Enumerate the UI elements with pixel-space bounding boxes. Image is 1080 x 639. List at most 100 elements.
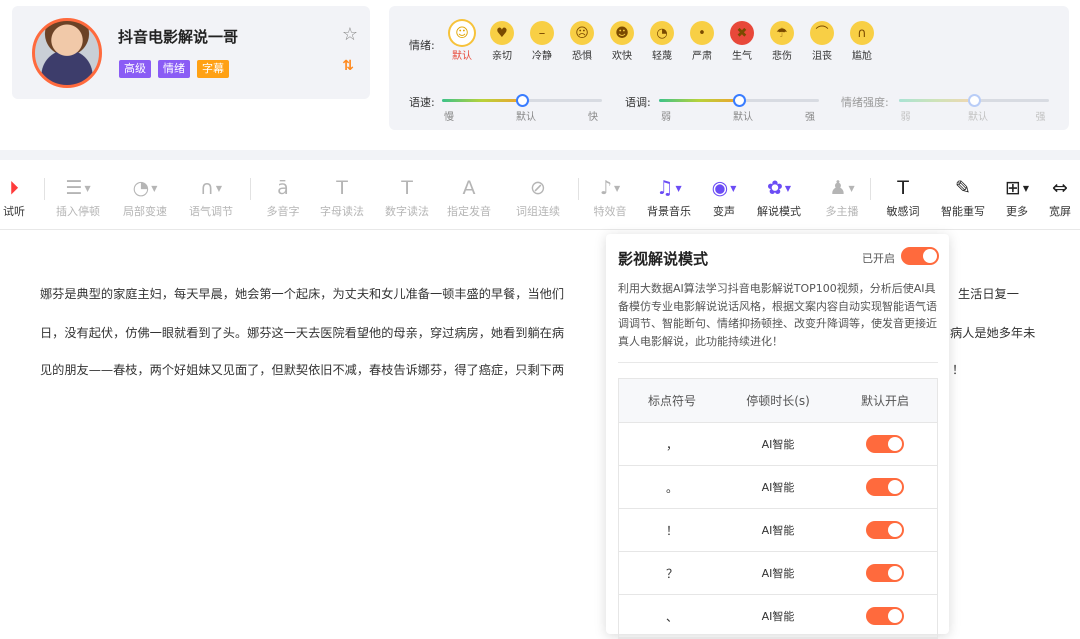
tool-widescreen[interactable]: ⇔ 宽屏 [1049, 176, 1071, 219]
more-grid-icon: ⊞ ▼ [1004, 177, 1030, 199]
narration-mode-popup: 影视解说模式 已开启 利用大数据AI算法学习抖音电影解说TOP100视频，分析后… [606, 234, 949, 639]
slider-fill [659, 99, 739, 102]
tool-number-reading[interactable]: T 数字读法 [385, 176, 429, 219]
tool-sound-effect[interactable]: ♪ ▼ 特效音 [594, 176, 627, 219]
slider-track[interactable] [899, 94, 1049, 107]
caret-down-icon: ▼ [215, 183, 223, 193]
emotion-label-text: 生气 [732, 51, 752, 62]
col-duration: 停顿时长(s) [746, 394, 810, 408]
emotion-item[interactable]: ☹ 恐惧 [567, 21, 597, 62]
emotion-item[interactable]: ∩ 尴尬 [847, 21, 877, 62]
tool-play[interactable]: ⏵ 试听 [3, 176, 25, 219]
pronunciation-icon: A [462, 177, 476, 199]
emotion-item[interactable]: – 冷静 [527, 21, 557, 62]
pause-duration[interactable]: AI智能 [725, 509, 831, 551]
emotion-label-text: 沮丧 [812, 51, 832, 62]
emotion-item[interactable]: • 严肃 [687, 21, 717, 62]
tool-tone-wave[interactable]: ∩ ▼ 语气调节 [189, 176, 233, 219]
divider-band [0, 150, 1080, 160]
tool-speed-gauge[interactable]: ◔ ▼ 局部变速 [123, 176, 167, 219]
default-on-toggle[interactable] [866, 607, 904, 625]
emotion-item[interactable]: ⌒ 沮丧 [807, 21, 837, 62]
col-default-on: 默认开启 [860, 394, 909, 408]
emoji-face-icon: ☻ [610, 21, 634, 45]
tool-voice-change[interactable]: ◉ ▼ 变声 [712, 176, 737, 219]
tool-insert-pause[interactable]: ☰ ▼ 插入停顿 [56, 176, 100, 219]
letter-reading-icon: T [336, 177, 348, 199]
emotion-item[interactable]: ☻ 欢快 [607, 21, 637, 62]
emotion-item[interactable]: ☂ 悲伤 [767, 21, 797, 62]
emoji-face-icon: ◔ [650, 21, 674, 45]
default-on-toggle[interactable] [866, 521, 904, 539]
emoji-face-icon: ♥ [490, 21, 514, 45]
default-on-cell [831, 595, 939, 637]
tool-multi-anchor[interactable]: ♟ ▼ 多主播 [826, 176, 859, 219]
slider-knob[interactable] [968, 94, 981, 107]
text-line-1-start: 娜芬是典型的家庭主妇，每天早晨，她会第一个起床，为丈夫和女儿准备一顿丰盛的早餐，… [40, 287, 565, 301]
slider-knob[interactable] [516, 94, 529, 107]
pause-duration[interactable]: AI智能 [725, 466, 831, 508]
emotion-item[interactable]: ✖ 生气 [727, 21, 757, 62]
tool-letter-reading[interactable]: T 字母读法 [320, 176, 364, 219]
pause-duration[interactable]: AI智能 [725, 595, 831, 637]
emotion-label-text: 恐惧 [572, 51, 592, 62]
default-on-toggle[interactable] [866, 478, 904, 496]
emotion-label-text: 尴尬 [852, 51, 872, 62]
tag-advanced: 高级 [119, 60, 151, 78]
caret-down-icon: ▼ [848, 183, 855, 193]
polyphone-icon: ā [277, 177, 289, 199]
tool-polyphone[interactable]: ā 多音字 [267, 176, 300, 219]
phrase-link-icon: ⊘ [530, 177, 546, 199]
col-symbol: 标点符号 [647, 394, 696, 408]
tool-smart-rewrite[interactable]: ✎ 智能重写 [941, 176, 985, 219]
punctuation-symbol: 。 [665, 480, 678, 495]
tool-label: 智能重写 [941, 205, 985, 218]
slider-tick-label: 慢 [444, 112, 454, 123]
smart-rewrite-icon: ✎ [955, 177, 971, 199]
caret-down-icon: ▼ [730, 183, 737, 193]
tool-label: 解说模式 [757, 205, 801, 218]
tool-label: 多主播 [825, 205, 859, 218]
favorite-star-icon[interactable]: ☆ [342, 24, 358, 45]
swap-sort-icon[interactable]: ⇅ [342, 58, 354, 74]
default-on-toggle[interactable] [866, 435, 904, 453]
emotion-panel: 情绪: ☺ 默认 ♥ 亲切 – 冷静 ☹ 恐惧 ☻ 欢快 ◔ 轻蔑 • 严肃 ✖ 生气 ☂ 悲伤 ⌒ 沮丧 ∩ 尴尬 语速… [389, 6, 1069, 130]
tool-sensitive-word[interactable]: T 敏感词 [887, 176, 920, 219]
tool-label: 语气调节 [189, 205, 233, 218]
emotion-item[interactable]: ♥ 亲切 [487, 21, 517, 62]
tool-phrase-link[interactable]: ⊘ 词组连续 [516, 176, 560, 219]
emotion-label-text: 悲伤 [772, 51, 792, 62]
tool-narration-mode[interactable]: ✿ ▼ 解说模式 [757, 176, 801, 219]
slider-knob[interactable] [733, 94, 746, 107]
toolbar-separator [578, 178, 579, 200]
tool-label: 特效音 [593, 205, 627, 218]
voice-tags: 高级 情绪 字幕 [119, 60, 229, 78]
narration-mode-toggle[interactable] [901, 247, 939, 265]
tag-subtitle: 字幕 [197, 60, 229, 78]
emotion-label-text: 欢快 [612, 51, 632, 62]
emotion-item[interactable]: ◔ 轻蔑 [647, 21, 677, 62]
slider-track[interactable] [659, 94, 819, 107]
tool-label: 插入停顿 [56, 205, 100, 218]
pause-duration[interactable]: AI智能 [725, 423, 831, 465]
slider-tick-label: 默认 [733, 112, 753, 123]
emotion-item[interactable]: ☺ 默认 [447, 21, 477, 62]
popup-divider [618, 362, 938, 363]
default-on-cell [831, 552, 939, 594]
pause-duration[interactable]: AI智能 [725, 552, 831, 594]
text-line-1-end: 生活日复一 [958, 287, 1019, 301]
default-on-toggle[interactable] [866, 564, 904, 582]
caret-down-icon: ▼ [613, 183, 621, 193]
tool-background-music[interactable]: ♫ ▼ 背景音乐 [647, 176, 691, 219]
slider-tick-label: 快 [588, 112, 598, 123]
voice-card[interactable]: 抖音电影解说一哥 高级 情绪 字幕 ☆ ⇅ [12, 6, 370, 99]
tool-pronunciation[interactable]: A 指定发音 [447, 176, 491, 219]
emotion-label-text: 严肃 [692, 51, 712, 62]
background-music-icon: ♫ ▼ [656, 177, 682, 199]
slider-track[interactable] [442, 94, 602, 107]
caret-down-icon: ▼ [84, 183, 91, 193]
tool-more-grid[interactable]: ⊞ ▼ 更多 [1005, 176, 1029, 219]
emoji-face-icon: ☹ [570, 21, 594, 45]
insert-pause-icon: ☰ ▼ [65, 177, 91, 199]
tool-label: 词组连续 [516, 205, 560, 218]
